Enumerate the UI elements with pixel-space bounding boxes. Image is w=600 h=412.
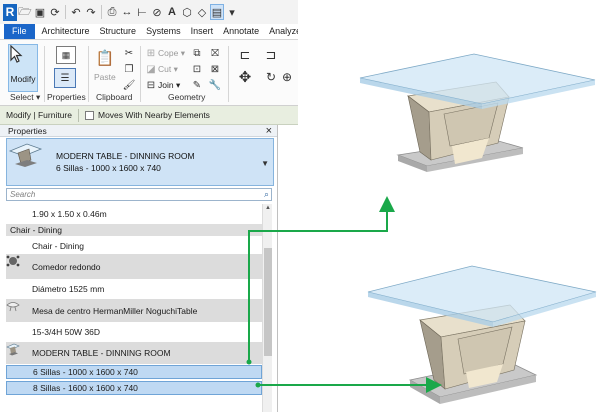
table-6-sillas-model [359,53,596,172]
annotation-overlay [246,53,597,404]
table-8-sillas-model [367,265,597,404]
connector-arrow-top [246,196,395,365]
